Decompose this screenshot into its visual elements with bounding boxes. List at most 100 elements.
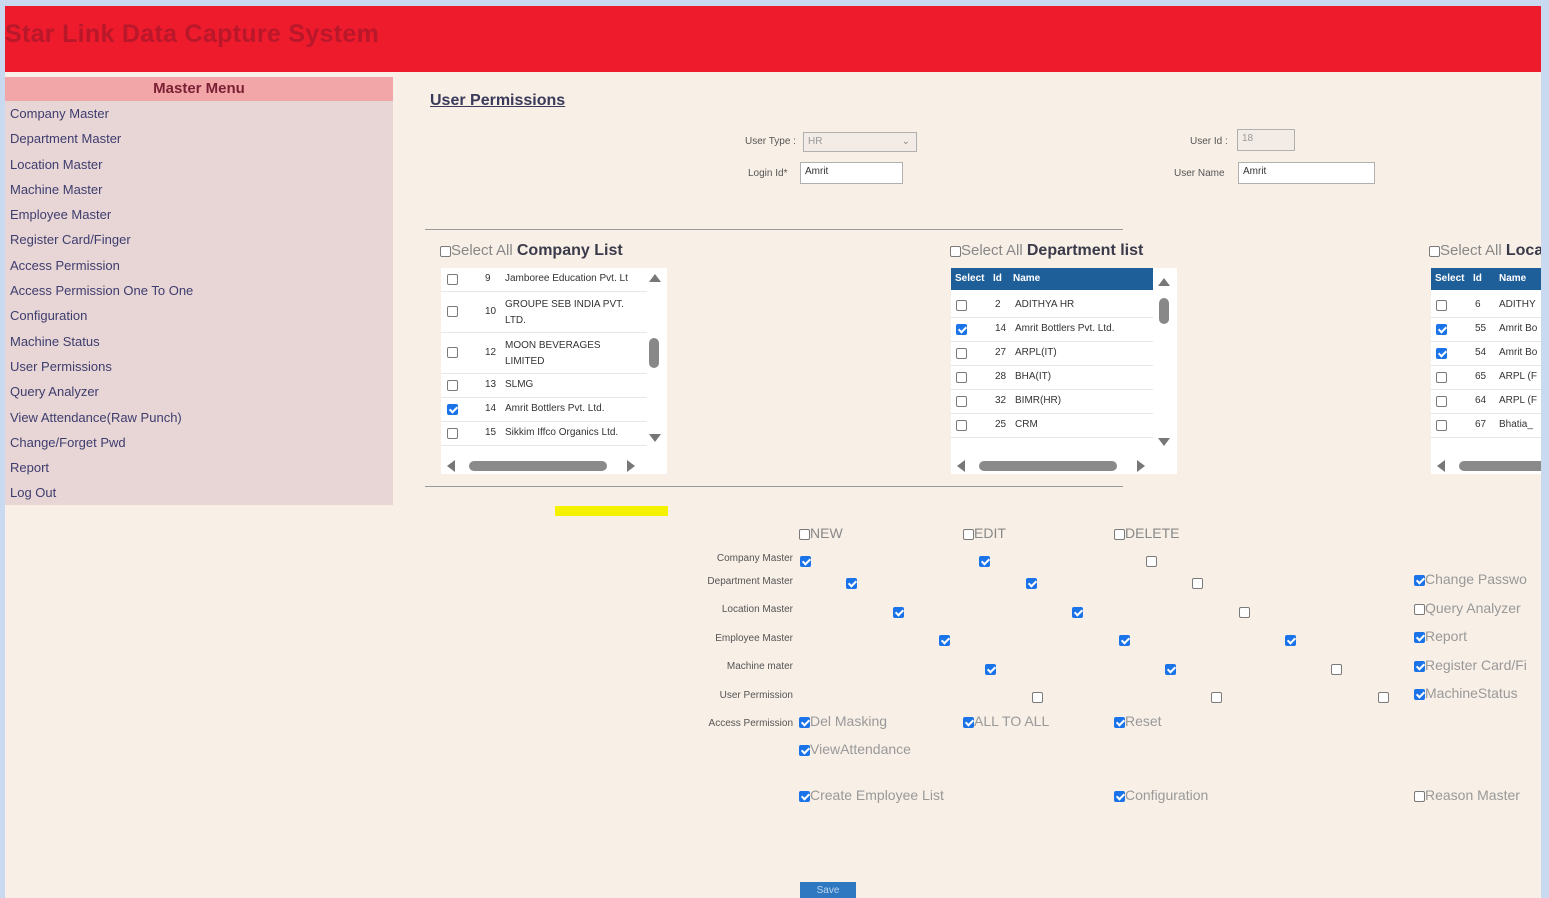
row-checkbox[interactable] <box>1436 420 1447 431</box>
create-employee-list-checkbox[interactable] <box>799 790 810 802</box>
scroll-up-icon[interactable] <box>1158 278 1170 286</box>
scroll-down-icon[interactable] <box>1158 438 1170 446</box>
user-name-field[interactable]: Amrit <box>1238 162 1375 184</box>
register-card-option[interactable]: Register Card/Fi <box>1414 657 1527 673</box>
all-to-all-checkbox[interactable] <box>963 716 974 728</box>
machine-delete-checkbox[interactable] <box>1331 664 1343 676</box>
delete-all-checkbox[interactable] <box>1114 528 1125 540</box>
del-masking-option[interactable]: Del Masking <box>799 713 887 729</box>
user-id-field[interactable]: 18 <box>1237 129 1295 151</box>
company-edit-checkbox[interactable] <box>979 556 991 568</box>
company-delete-checkbox[interactable] <box>1145 556 1157 568</box>
row-id: 14 <box>485 403 497 414</box>
del-masking-checkbox[interactable] <box>799 716 810 728</box>
location-select-all-checkbox[interactable] <box>1429 245 1440 257</box>
row-checkbox[interactable] <box>956 372 967 383</box>
reason-master-option[interactable]: Reason Master <box>1414 787 1520 803</box>
userperm-edit-checkbox[interactable] <box>1211 692 1223 704</box>
scroll-left-icon[interactable] <box>447 460 455 472</box>
department-list-title: Department list <box>1026 242 1144 259</box>
row-checkbox[interactable] <box>956 420 967 431</box>
employee-edit-checkbox[interactable] <box>1118 635 1130 647</box>
scrollbar-thumb[interactable] <box>1459 461 1541 471</box>
user-type-select[interactable]: HR ⌄ <box>803 132 917 152</box>
login-id-label: Login Id* <box>748 168 788 179</box>
header-name: Name <box>1499 273 1527 284</box>
machine-edit-checkbox[interactable] <box>1164 664 1176 676</box>
company-horizontal-scrollbar[interactable] <box>441 456 667 474</box>
department-delete-checkbox[interactable] <box>1192 578 1204 590</box>
machine-status-option[interactable]: MachineStatus <box>1414 685 1518 701</box>
employee-new-checkbox[interactable] <box>939 635 951 647</box>
row-checkbox[interactable] <box>956 324 967 335</box>
employee-delete-checkbox[interactable] <box>1284 635 1296 647</box>
table-row: 54 Amrit Bo <box>1431 342 1541 366</box>
scroll-left-icon[interactable] <box>1437 460 1445 472</box>
query-analyzer-checkbox[interactable] <box>1414 603 1425 615</box>
scroll-up-icon[interactable] <box>649 274 661 282</box>
row-checkbox[interactable] <box>447 306 458 317</box>
all-to-all-option[interactable]: ALL TO ALL <box>963 713 1049 729</box>
scrollbar-thumb[interactable] <box>469 461 607 471</box>
vertical-scrollbar-thumb[interactable] <box>1159 298 1169 324</box>
reset-option[interactable]: Reset <box>1114 713 1162 729</box>
department-select-all-label: Select All <box>961 242 1023 259</box>
row-checkbox[interactable] <box>447 347 458 358</box>
scroll-right-icon[interactable] <box>627 460 635 472</box>
department-new-checkbox[interactable] <box>846 578 858 590</box>
header-id: Id <box>1473 273 1482 284</box>
change-password-checkbox[interactable] <box>1414 574 1425 586</box>
row-checkbox[interactable] <box>956 348 967 359</box>
configuration-checkbox[interactable] <box>1114 790 1125 802</box>
change-password-option[interactable]: Change Passwo <box>1414 571 1527 587</box>
reset-checkbox[interactable] <box>1114 716 1125 728</box>
edit-all-checkbox[interactable] <box>963 528 974 540</box>
location-horizontal-scrollbar[interactable] <box>1431 456 1541 474</box>
department-horizontal-scrollbar[interactable] <box>951 456 1177 474</box>
view-attendance-checkbox[interactable] <box>799 744 810 756</box>
row-checkbox[interactable] <box>447 380 458 391</box>
row-checkbox[interactable] <box>956 396 967 407</box>
report-option[interactable]: Report <box>1414 628 1467 644</box>
userperm-delete-checkbox[interactable] <box>1377 692 1389 704</box>
scroll-right-icon[interactable] <box>1137 460 1145 472</box>
reason-master-checkbox[interactable] <box>1414 790 1425 802</box>
scroll-down-icon[interactable] <box>649 434 661 442</box>
report-checkbox[interactable] <box>1414 631 1425 643</box>
row-id: 28 <box>995 371 1007 382</box>
row-checkbox[interactable] <box>1436 324 1447 335</box>
register-card-checkbox[interactable] <box>1414 660 1425 672</box>
location-edit-checkbox[interactable] <box>1072 607 1084 619</box>
row-checkbox[interactable] <box>1436 348 1447 359</box>
company-select-all-checkbox[interactable] <box>440 245 451 257</box>
row-checkbox[interactable] <box>1436 372 1447 383</box>
department-edit-checkbox[interactable] <box>1025 578 1037 590</box>
configuration-option[interactable]: Configuration <box>1114 787 1208 803</box>
save-button[interactable]: Save <box>800 882 856 898</box>
query-analyzer-option[interactable]: Query Analyzer <box>1414 600 1521 616</box>
row-id: 32 <box>995 395 1007 406</box>
userperm-new-checkbox[interactable] <box>1031 692 1043 704</box>
register-card-label: Register Card/Fi <box>1425 657 1527 673</box>
scroll-left-icon[interactable] <box>957 460 965 472</box>
department-select-all-checkbox[interactable] <box>950 245 961 257</box>
login-id-field[interactable]: Amrit <box>800 162 903 184</box>
scrollbar-thumb[interactable] <box>979 461 1117 471</box>
row-checkbox[interactable] <box>447 274 458 285</box>
location-delete-checkbox[interactable] <box>1238 607 1250 619</box>
view-attendance-option[interactable]: ViewAttendance <box>799 741 911 757</box>
row-checkbox[interactable] <box>447 404 458 415</box>
row-name: BIMR(HR) <box>1015 395 1062 406</box>
machine-status-checkbox[interactable] <box>1414 688 1425 700</box>
new-all-checkbox[interactable] <box>799 528 810 540</box>
row-checkbox[interactable] <box>1436 300 1447 311</box>
row-checkbox[interactable] <box>956 300 967 311</box>
company-new-checkbox[interactable] <box>800 556 811 568</box>
machine-new-checkbox[interactable] <box>985 664 997 676</box>
row-checkbox[interactable] <box>1436 396 1447 407</box>
page: Star Link Data Capture System Master Men… <box>5 6 1541 898</box>
location-new-checkbox[interactable] <box>892 607 904 619</box>
create-employee-list-option[interactable]: Create Employee List <box>799 787 944 803</box>
vertical-scrollbar-thumb[interactable] <box>649 338 659 368</box>
row-checkbox[interactable] <box>447 428 458 439</box>
